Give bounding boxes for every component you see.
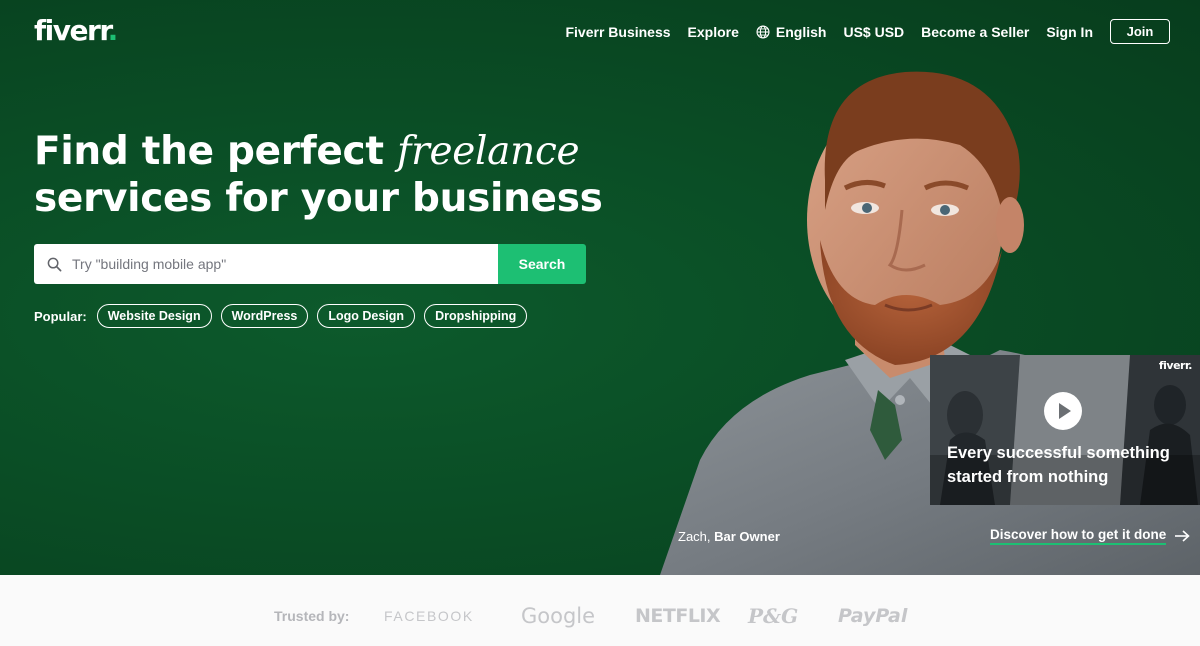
- netflix-logo: NETFLIX: [635, 605, 721, 627]
- video-card[interactable]: fiverr. Every successful something start…: [930, 355, 1200, 505]
- hero-headline: Find the perfect freelance services for …: [34, 128, 603, 222]
- popular-chip-website-design[interactable]: Website Design: [96, 304, 212, 328]
- nav-explore[interactable]: Explore: [688, 24, 739, 40]
- video-title-line-2: started from nothing: [947, 468, 1109, 486]
- pg-logo: P&G: [748, 604, 799, 628]
- nav-become-seller[interactable]: Become a Seller: [921, 24, 1029, 40]
- nav-sign-in[interactable]: Sign In: [1046, 24, 1093, 40]
- popular-searches: Popular: Website Design WordPress Logo D…: [34, 304, 536, 328]
- facebook-logo: FACEBOOK: [384, 608, 474, 624]
- video-title: Every successful something started from …: [947, 441, 1197, 489]
- google-logo: Google: [521, 604, 596, 628]
- paypal-logo: PayPal: [838, 605, 908, 627]
- popular-label: Popular:: [34, 308, 87, 324]
- join-button[interactable]: Join: [1110, 19, 1170, 44]
- nav-language-label: English: [775, 23, 827, 40]
- search-button[interactable]: Search: [498, 244, 586, 284]
- video-brand: fiverr.: [1158, 359, 1193, 372]
- headline-line-2: services for your business: [34, 176, 603, 221]
- trusted-label: Trusted by:: [274, 608, 350, 624]
- popular-chip-wordpress[interactable]: WordPress: [220, 304, 309, 328]
- logo-dot: .: [107, 14, 119, 47]
- play-icon[interactable]: [1043, 391, 1083, 431]
- hero-caption: Zach, Bar Owner: [678, 529, 780, 544]
- trusted-by-bar: Trusted by: FACEBOOK Google NETFLIX P&G …: [0, 575, 1200, 646]
- hero-section: fiverr. Fiverr Business Explore English …: [0, 0, 1200, 575]
- search-field-wrapper: [34, 244, 498, 284]
- search-bar: Search: [34, 244, 586, 284]
- headline-part-1: Find the perfect: [34, 129, 384, 174]
- top-nav: Fiverr Business Explore English US$ USD …: [548, 19, 1170, 44]
- nav-currency[interactable]: US$ USD: [843, 24, 904, 40]
- discover-link-label: Discover how to get it done: [990, 527, 1167, 545]
- logo-text: fiverr: [34, 14, 109, 47]
- globe-icon: [756, 24, 770, 39]
- discover-link[interactable]: Discover how to get it done: [990, 527, 1190, 545]
- headline-line-1: Find the perfect freelance: [34, 128, 603, 175]
- nav-fiverr-business[interactable]: Fiverr Business: [565, 24, 670, 40]
- fiverr-logo[interactable]: fiverr.: [34, 14, 119, 47]
- search-input[interactable]: [72, 256, 472, 272]
- caption-role: Bar Owner: [714, 529, 780, 544]
- caption-name: Zach,: [678, 529, 711, 544]
- arrow-right-icon: [1175, 530, 1190, 542]
- popular-chip-logo-design[interactable]: Logo Design: [317, 304, 416, 328]
- nav-language[interactable]: English: [756, 23, 827, 40]
- video-title-line-1: Every successful something: [947, 444, 1170, 462]
- popular-chip-dropshipping[interactable]: Dropshipping: [424, 304, 528, 328]
- search-icon: [47, 257, 62, 271]
- headline-emphasis: freelance: [396, 129, 580, 174]
